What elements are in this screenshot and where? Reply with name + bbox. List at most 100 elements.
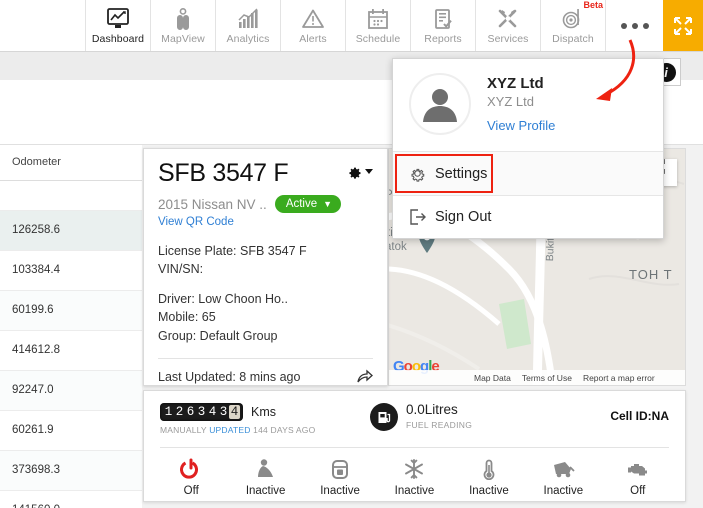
cell-odometer: 414612.8 xyxy=(0,330,142,371)
nav-item-reports[interactable]: Reports xyxy=(410,0,475,51)
table-row[interactable]: 92247.05 xyxy=(0,370,142,411)
nav-label-dashboard: Dashboard xyxy=(91,33,145,45)
chevron-down-icon: ▼ xyxy=(323,199,333,209)
vin-text: VIN/SN: xyxy=(158,262,204,277)
last-updated-text: Last Updated: 8 mins ago xyxy=(158,370,301,385)
table-header-row: Odometer D xyxy=(0,145,142,181)
nav-label-services: Services xyxy=(487,33,529,45)
odometer-digit-box: 1 2 6 3 4 3 4 xyxy=(160,403,243,421)
vehicle-info-card: SFB 3547 F 2015 Nissan NV .. Active ▼ Vi… xyxy=(143,148,388,386)
snowflake-ac-icon xyxy=(403,456,425,482)
wrench-tools-icon xyxy=(496,6,520,30)
nav-label-dispatch: Dispatch xyxy=(552,33,594,45)
menu-item-settings[interactable]: Settings xyxy=(393,151,663,195)
nav-label-schedule: Schedule xyxy=(355,33,401,45)
table-row[interactable]: 126258.68 xyxy=(0,210,142,251)
odometer-digit: 3 xyxy=(197,405,206,419)
table-row[interactable]: 60199.64 xyxy=(0,290,142,331)
gear-icon xyxy=(409,165,435,182)
menu-label-settings: Settings xyxy=(435,165,488,182)
indicator-label: Inactive xyxy=(543,485,584,497)
nav-item-dashboard[interactable]: Dashboard xyxy=(85,0,150,51)
share-icon[interactable] xyxy=(357,368,373,387)
table-row[interactable]: 373698.31 xyxy=(0,450,142,491)
terms-of-use-link[interactable]: Terms of Use xyxy=(522,373,572,383)
indicator-door[interactable]: Inactive xyxy=(303,456,377,497)
table-row[interactable]: 60261.92 xyxy=(0,410,142,451)
nav-item-analytics[interactable]: Analytics xyxy=(215,0,280,51)
fuel-reading-group: 0.0Litres FUEL READING xyxy=(370,402,610,431)
table-spacer-row xyxy=(0,180,142,211)
account-profile-section: XYZ Ltd XYZ Ltd View Profile xyxy=(393,59,663,151)
indicator-engine[interactable]: Off xyxy=(601,456,675,497)
odometer-update-note: MANUALLY UPDATED 144 DAYS AGO xyxy=(160,425,370,435)
odometer-digit: 2 xyxy=(175,405,184,419)
indicator-temperature[interactable]: Inactive xyxy=(452,456,526,497)
dot-1 xyxy=(620,22,627,29)
menu-item-sign-out[interactable]: Sign Out xyxy=(393,195,663,238)
indicator-towing[interactable]: Inactive xyxy=(526,456,600,497)
fuel-label: FUEL READING xyxy=(406,419,473,430)
view-qr-code-link[interactable]: View QR Code xyxy=(158,216,373,228)
indicator-label: Inactive xyxy=(320,485,360,497)
vehicle-card-footer: Last Updated: 8 mins ago xyxy=(158,357,373,387)
map-pin-icon xyxy=(171,6,195,30)
vehicle-list-table[interactable]: Odometer D 126258.68 103384.42 60199.64 … xyxy=(0,145,142,508)
odometer-updated-link[interactable]: UPDATED xyxy=(209,425,250,435)
account-details: XYZ Ltd XYZ Ltd View Profile xyxy=(487,75,555,133)
cell-odometer: 60261.9 xyxy=(0,410,142,451)
status-badge[interactable]: Active ▼ xyxy=(274,195,342,213)
nav-item-dispatch[interactable]: Beta Dispatch xyxy=(540,0,605,51)
cell-odometer: 141560.0 xyxy=(0,490,142,508)
driver-text: Driver: Low Choon Ho.. xyxy=(158,292,288,307)
account-name: XYZ Ltd xyxy=(487,75,544,92)
clipboard-check-icon xyxy=(431,6,455,30)
map-attribution-bar: Map Data Terms of Use Report a map error xyxy=(389,370,685,385)
seatbelt-icon xyxy=(255,456,277,482)
odometer-note-pre: MANUALLY xyxy=(160,425,210,435)
collapse-arrows-icon[interactable] xyxy=(663,0,703,51)
view-profile-link[interactable]: View Profile xyxy=(487,118,555,133)
cell-odometer: 103384.4 xyxy=(0,250,142,291)
dot-3 xyxy=(642,22,649,29)
map-data-link[interactable]: Map Data xyxy=(474,373,511,383)
indicator-label: Inactive xyxy=(245,485,286,497)
table-row[interactable]: 103384.42 xyxy=(0,250,142,291)
dot-2 xyxy=(631,22,638,29)
dispatch-beta-badge: Beta xyxy=(583,0,603,10)
fuel-value: 0.0Litres xyxy=(406,402,458,417)
odometer-digit: 6 xyxy=(186,405,195,419)
more-options-icon[interactable] xyxy=(605,0,663,51)
dashboard-monitor-icon xyxy=(106,6,130,30)
status-badge-label: Active xyxy=(285,198,318,210)
account-subtitle: XYZ Ltd xyxy=(487,94,534,109)
nav-item-schedule[interactable]: Schedule xyxy=(345,0,410,51)
table-row[interactable]: 414612.83 xyxy=(0,330,142,371)
indicator-seatbelt[interactable]: Inactive xyxy=(228,456,302,497)
map-label: atok xyxy=(389,241,407,253)
fuel-text-group: 0.0Litres FUEL READING xyxy=(406,402,473,430)
vehicle-settings-menu[interactable] xyxy=(347,161,373,179)
odometer-digit: 1 xyxy=(164,405,173,419)
mobile-text: Mobile: 65 xyxy=(158,310,216,325)
sign-out-icon xyxy=(409,209,435,225)
table-row[interactable]: 141560.03 xyxy=(0,490,142,508)
cell-odometer: 92247.0 xyxy=(0,370,142,411)
nav-item-services[interactable]: Services xyxy=(475,0,540,51)
avatar xyxy=(409,73,471,135)
indicator-ac[interactable]: Inactive xyxy=(377,456,451,497)
indicator-ignition[interactable]: Off xyxy=(154,456,228,497)
nav-item-mapview[interactable]: MapView xyxy=(150,0,215,51)
indicator-label: Off xyxy=(630,485,646,497)
thermometer-icon xyxy=(478,456,500,482)
power-icon xyxy=(180,456,202,482)
nav-label-reports: Reports xyxy=(424,33,462,45)
top-navigation-bar: Dashboard MapView Analytics Alerts Sched xyxy=(0,0,703,52)
column-header-odometer[interactable]: Odometer xyxy=(0,145,142,181)
account-dropdown-menu: XYZ Ltd XYZ Ltd View Profile Settings Si… xyxy=(392,58,664,239)
report-map-error-link[interactable]: Report a map error xyxy=(583,373,655,383)
vehicle-identity-block: License Plate: SFB 3547 F VIN/SN: xyxy=(158,242,373,278)
vehicle-model: 2015 Nissan NV .. xyxy=(158,196,267,212)
engine-icon xyxy=(626,456,650,482)
nav-item-alerts[interactable]: Alerts xyxy=(280,0,345,51)
